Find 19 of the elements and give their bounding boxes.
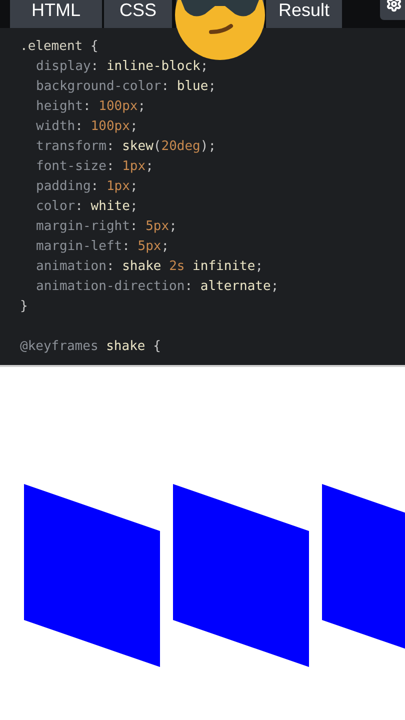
code-line: width: 100px; [36,119,138,134]
code-line: transform: skew(20deg); [36,139,216,154]
code-line: font-size: 1px; [36,159,154,174]
settings-icon [386,0,402,12]
code-line: .element { [20,39,98,54]
tab[interactable]: Result [266,0,342,28]
code-line: animation-direction: alternate; [36,279,279,294]
code-line: background-color: blue; [36,79,216,94]
tab[interactable]: CSS [104,0,172,28]
code-line: height: 100px; [36,99,146,114]
code-line: margin-left: 5px; [36,239,170,254]
code-line: } [20,299,28,314]
tab[interactable]: HTML [10,0,102,28]
code-line: color: white; [36,199,138,214]
code-line: @keyframes shake { [20,339,161,354]
code-line: animation: shake 2s infinite; [36,259,264,274]
code-line: display: inline-block; [36,59,208,74]
code-line: margin-right: 5px; [36,219,177,234]
code-line: padding: 1px; [36,179,138,194]
